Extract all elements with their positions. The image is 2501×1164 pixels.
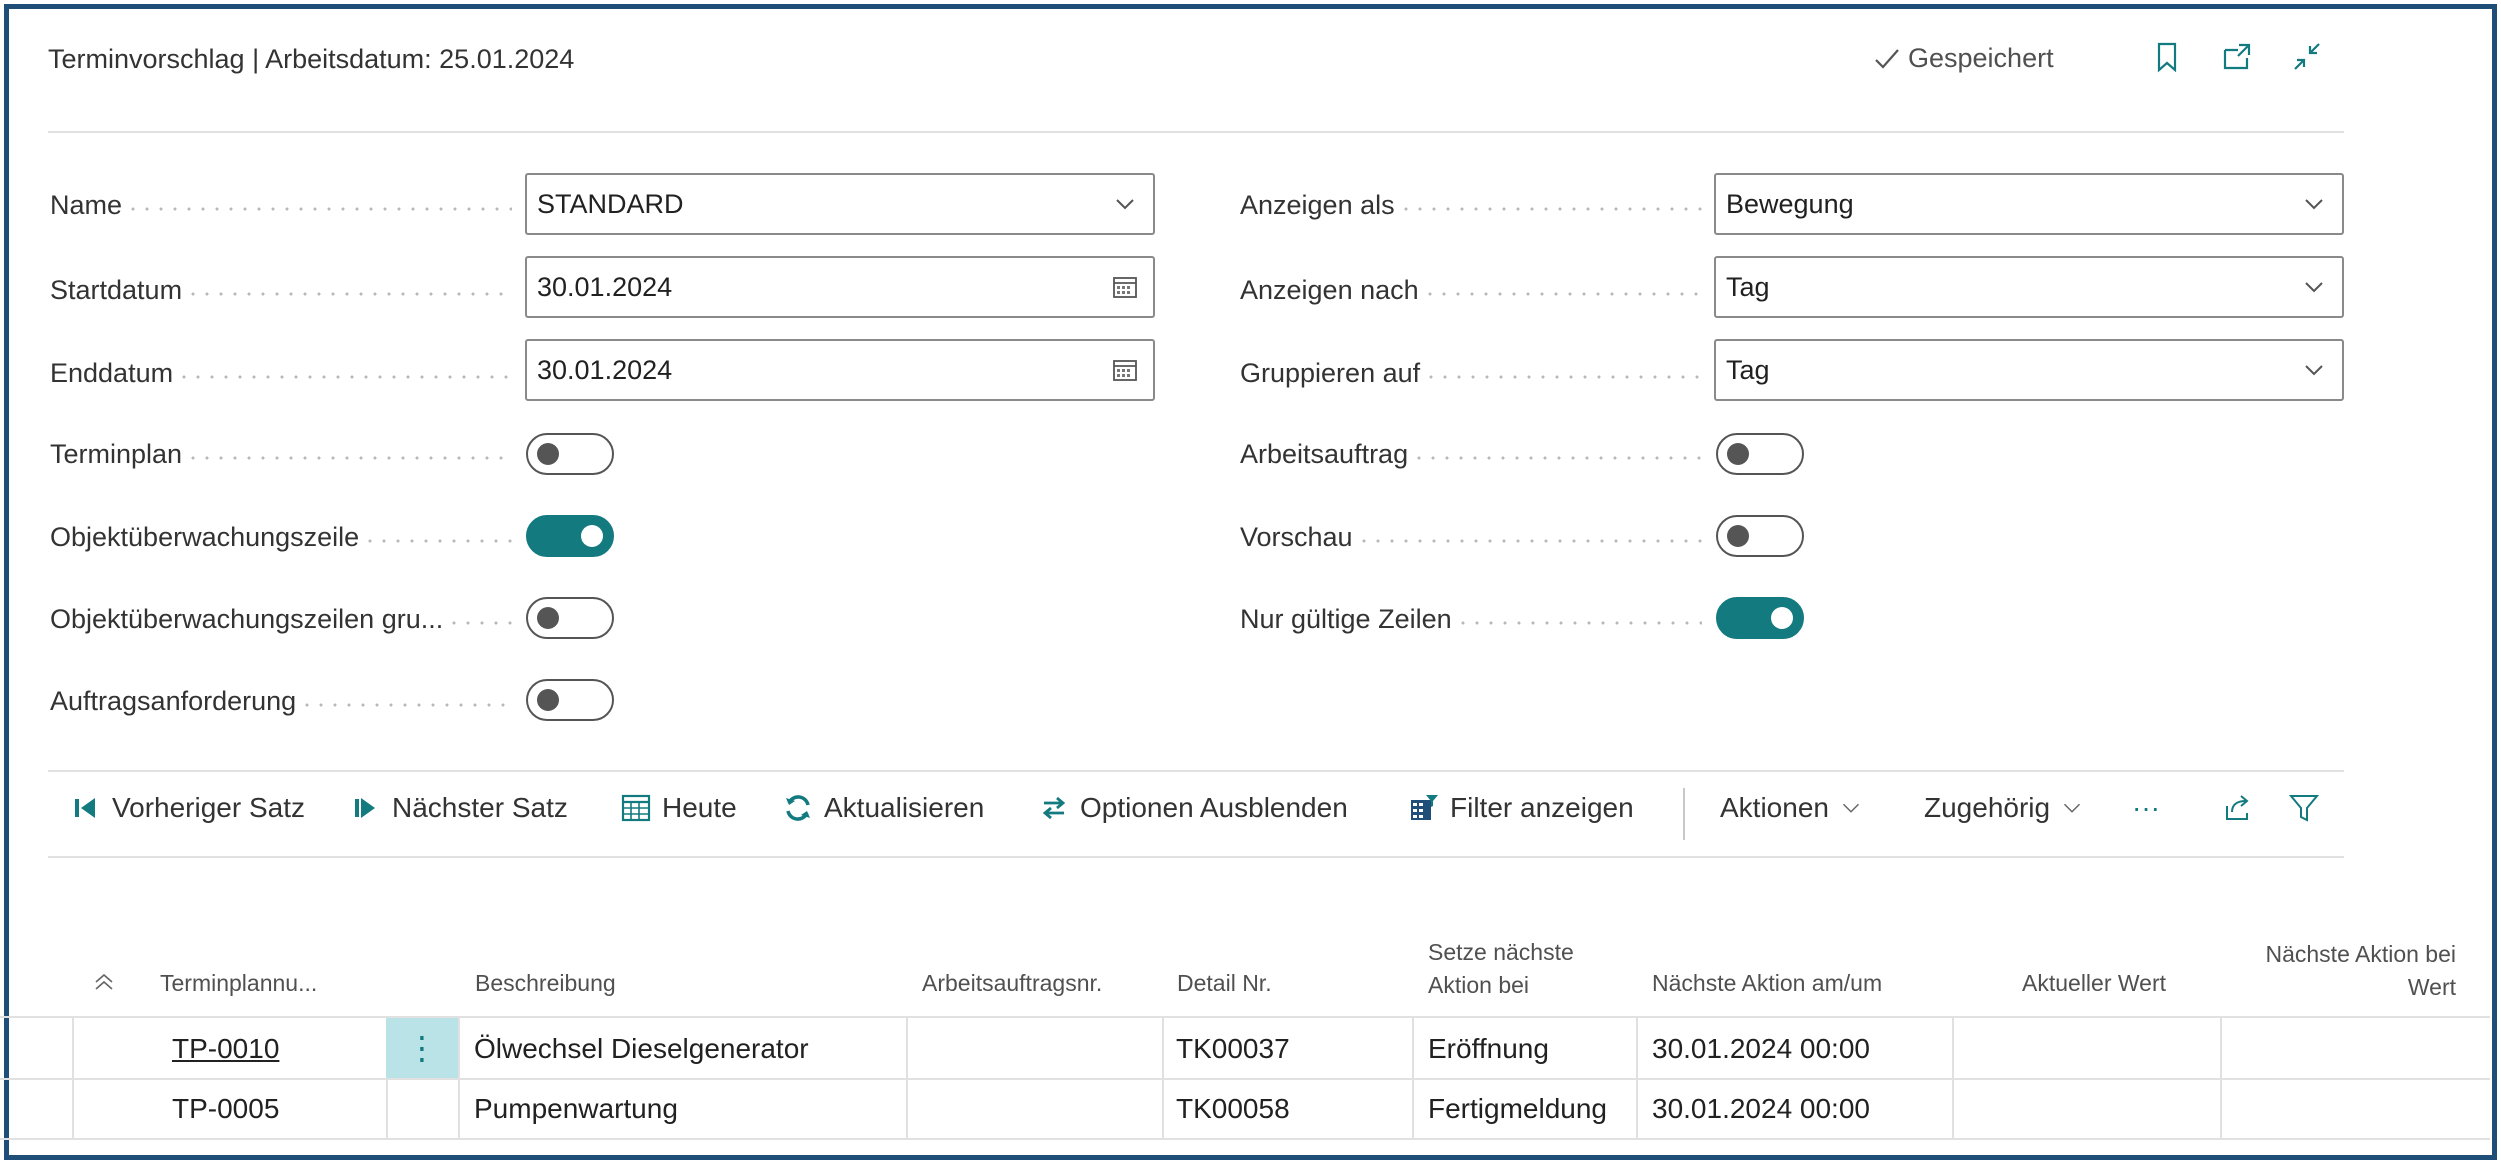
row-actions-menu[interactable]: ⋮ bbox=[386, 1018, 458, 1078]
startdatum-field[interactable]: 30.01.2024 bbox=[525, 256, 1155, 318]
next-record-button[interactable]: Nächster Satz bbox=[350, 792, 568, 824]
objektueberwachungszeilen-gru-label: Objektüberwachungszeilen gru... bbox=[50, 602, 520, 636]
checkmark-icon bbox=[1875, 48, 1899, 69]
table-col-divider bbox=[1952, 1016, 1954, 1140]
table-cell-setze[interactable]: Fertigmeldung bbox=[1428, 1091, 1607, 1127]
table-cell-terminplanung[interactable]: TP-0010 bbox=[172, 1031, 279, 1067]
saved-status: Gespeichert bbox=[1872, 43, 2054, 74]
table-col-divider bbox=[1412, 1016, 1414, 1140]
table-cell-beschreibung[interactable]: Pumpenwartung bbox=[474, 1091, 678, 1127]
swap-arrows-icon bbox=[1042, 796, 1066, 820]
table-col-divider bbox=[2220, 1016, 2222, 1140]
startdatum-label: Startdatum bbox=[50, 273, 520, 307]
hide-options-button[interactable]: Optionen Ausblenden bbox=[1038, 792, 1348, 824]
table-cell-setze[interactable]: Eröffnung bbox=[1428, 1031, 1549, 1067]
anzeigen-als-label: Anzeigen als bbox=[1240, 188, 1710, 222]
previous-icon bbox=[75, 798, 95, 818]
auftragsanforderung-label: Auftragsanforderung bbox=[50, 684, 520, 718]
collapse-icon[interactable] bbox=[2290, 40, 2324, 74]
actionbar-separator bbox=[1683, 788, 1685, 840]
enddatum-label: Enddatum bbox=[50, 356, 520, 390]
header-divider bbox=[48, 131, 2344, 133]
column-header-naechste-wert[interactable]: Nächste Aktion bei Wert bbox=[2230, 938, 2456, 1004]
objektueberwachungszeile-toggle[interactable] bbox=[526, 515, 614, 557]
column-header-naechste-aktion-am[interactable]: Nächste Aktion am/um bbox=[1652, 967, 1882, 1000]
anzeigen-nach-select[interactable]: Tag bbox=[1714, 256, 2344, 318]
arbeitsauftrag-toggle[interactable] bbox=[1716, 433, 1804, 475]
gruppieren-auf-select[interactable]: Tag bbox=[1714, 339, 2344, 401]
page-title: Terminvorschlag | Arbeitsdatum: 25.01.20… bbox=[48, 44, 575, 74]
calendar-icon[interactable] bbox=[1097, 341, 1153, 399]
auftragsanforderung-toggle[interactable] bbox=[526, 679, 614, 721]
table-cell-naechste-aktion-am[interactable]: 30.01.2024 00:00 bbox=[1652, 1031, 1870, 1067]
table-col-divider bbox=[1636, 1016, 1638, 1140]
table-col-divider bbox=[72, 1016, 74, 1140]
vorschau-label: Vorschau bbox=[1240, 520, 1710, 554]
table-col-divider bbox=[458, 1016, 460, 1140]
table-col-divider bbox=[906, 1016, 908, 1140]
chevron-down-icon bbox=[2064, 803, 2081, 813]
bookmark-icon[interactable] bbox=[2150, 40, 2184, 74]
filter-button[interactable] bbox=[2288, 792, 2320, 824]
table-row-divider bbox=[0, 1138, 2490, 1140]
share-button[interactable] bbox=[2222, 792, 2254, 824]
chevron-down-icon bbox=[1097, 175, 1153, 233]
anzeigen-als-select[interactable]: Bewegung bbox=[1714, 173, 2344, 235]
gruppieren-auf-label: Gruppieren auf bbox=[1240, 356, 1710, 390]
open-new-window-icon[interactable] bbox=[2220, 40, 2254, 74]
more-options-button[interactable]: ··· bbox=[2132, 792, 2160, 824]
zugehoerig-menu[interactable]: Zugehörig bbox=[1924, 792, 2084, 824]
table-cell-naechste-aktion-am[interactable]: 30.01.2024 00:00 bbox=[1652, 1091, 1870, 1127]
next-icon bbox=[355, 798, 375, 818]
calendar-icon[interactable] bbox=[1097, 258, 1153, 316]
column-header-arbeitsauftragsnr[interactable]: Arbeitsauftragsnr. bbox=[922, 967, 1102, 1000]
chevron-down-icon bbox=[1842, 803, 1859, 813]
saved-label: Gespeichert bbox=[1908, 43, 2054, 73]
table-row-divider bbox=[0, 1078, 2490, 1080]
sort-icon[interactable] bbox=[92, 970, 116, 1003]
anzeigen-nach-label: Anzeigen nach bbox=[1240, 273, 1710, 307]
filter-pane-icon bbox=[1411, 795, 1438, 820]
name-select[interactable]: STANDARD bbox=[525, 173, 1155, 235]
terminplan-toggle[interactable] bbox=[526, 433, 614, 475]
objektueberwachungszeilen-gru-toggle[interactable] bbox=[526, 597, 614, 639]
chevron-down-icon bbox=[2286, 258, 2342, 316]
table-col-divider bbox=[1162, 1016, 1164, 1140]
arbeitsauftrag-label: Arbeitsauftrag bbox=[1240, 437, 1710, 471]
table-cell-terminplanung[interactable]: TP-0005 bbox=[172, 1091, 279, 1127]
previous-record-button[interactable]: Vorheriger Satz bbox=[70, 792, 305, 824]
column-header-beschreibung[interactable]: Beschreibung bbox=[475, 967, 616, 1000]
nur-gueltige-zeilen-label: Nur gültige Zeilen bbox=[1240, 602, 1710, 636]
name-label: Name bbox=[50, 188, 520, 222]
aktionen-menu[interactable]: Aktionen bbox=[1720, 792, 1863, 824]
column-header-detail-nr[interactable]: Detail Nr. bbox=[1177, 967, 1272, 1000]
column-header-terminplanung[interactable]: Terminplannu... bbox=[160, 967, 317, 1000]
column-header-setze[interactable]: Setze nächste Aktion bei bbox=[1428, 936, 1574, 1002]
chevron-down-icon bbox=[2286, 175, 2342, 233]
column-header-aktueller-wert[interactable]: Aktueller Wert bbox=[2022, 967, 2166, 1000]
chevron-down-icon bbox=[2286, 341, 2342, 399]
refresh-button[interactable]: Aktualisieren bbox=[782, 792, 984, 824]
show-filter-button[interactable]: Filter anzeigen bbox=[1408, 792, 1634, 824]
table-cell-detail-nr[interactable]: TK00058 bbox=[1176, 1091, 1290, 1127]
calendar-grid-icon bbox=[621, 794, 651, 822]
share-icon bbox=[2226, 795, 2249, 820]
actionbar-bottom-divider bbox=[48, 856, 2344, 858]
table-cell-beschreibung[interactable]: Ölwechsel Dieselgenerator bbox=[474, 1031, 809, 1067]
action-bar: Vorheriger Satz Nächster Satz Heute Aktu… bbox=[48, 770, 2344, 858]
vorschau-toggle[interactable] bbox=[1716, 515, 1804, 557]
today-button[interactable]: Heute bbox=[620, 792, 737, 824]
table-header-divider bbox=[0, 1016, 2490, 1018]
nur-gueltige-zeilen-toggle[interactable] bbox=[1716, 597, 1804, 639]
enddatum-field[interactable]: 30.01.2024 bbox=[525, 339, 1155, 401]
objektueberwachungszeile-label: Objektüberwachungszeile bbox=[50, 520, 520, 554]
refresh-icon bbox=[786, 795, 810, 821]
filter-icon bbox=[2288, 795, 2320, 822]
table-cell-detail-nr[interactable]: TK00037 bbox=[1176, 1031, 1290, 1067]
terminplan-label: Terminplan bbox=[50, 437, 520, 471]
